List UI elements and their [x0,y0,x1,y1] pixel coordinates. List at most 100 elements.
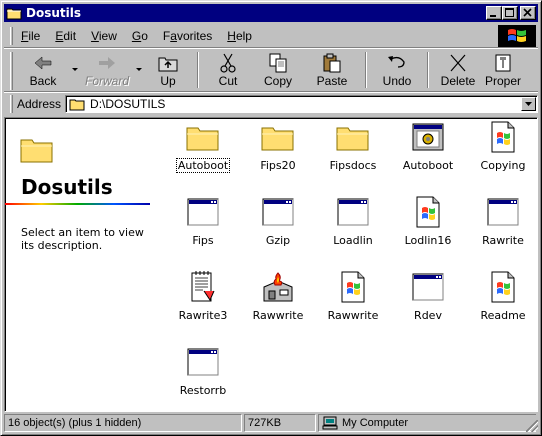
text-document-icon [186,270,220,304]
file-item[interactable]: Autoboot [166,120,240,186]
toolbar-separator [365,52,367,88]
file-item-label: Rawrite [482,234,524,247]
forward-arrow-icon [99,57,115,69]
file-item-label: Gzip [265,234,291,247]
file-item[interactable]: Readme [466,270,537,336]
properties-button[interactable]: Proper [481,50,525,90]
file-item-label: Rawwrite [252,309,304,322]
application-window-icon [186,345,220,379]
title-bar[interactable]: Dosutils [4,4,538,22]
windows-document-icon [486,270,520,304]
file-item[interactable]: Copying [466,120,537,186]
windows-document-icon [411,195,445,229]
file-item-label: Fips20 [260,159,296,172]
file-item[interactable]: Rawrite [466,195,537,261]
file-item-label: Readme [480,309,526,322]
file-item-label: Rawwrite [327,309,379,322]
folder-description: Select an item to view its description. [21,226,144,252]
address-dropdown-button[interactable] [521,97,536,111]
status-size: 727KB [244,414,316,432]
toolbar-separator [197,52,199,88]
back-button[interactable]: Back [17,50,69,90]
forward-button[interactable]: Forward [81,50,133,90]
menu-file[interactable]: File [21,29,40,43]
folder-icon [69,99,85,110]
menu-bar: File Edit View Go Favorites Help [4,24,538,48]
close-button[interactable] [520,6,536,20]
maximize-button[interactable] [502,6,518,20]
menu-view[interactable]: View [91,29,117,43]
msdos-program-icon [411,120,445,154]
status-object-count: 16 object(s) (plus 1 hidden) [4,414,242,432]
windows-document-icon [486,120,520,154]
file-item[interactable]: Lodlin16 [391,195,465,261]
up-folder-icon [158,57,178,72]
file-item[interactable]: Autoboot [391,120,465,186]
chevron-down-icon [525,102,532,106]
file-item[interactable]: Rdev [391,270,465,336]
address-input[interactable]: D:\DOSUTILS [65,95,538,113]
file-item[interactable]: Rawwrite [241,270,315,336]
minimize-icon [490,15,496,17]
application-window-icon [261,195,295,229]
file-item-label: Autoboot [175,158,231,173]
cut-button[interactable]: Cut [205,50,251,90]
computer-icon [322,416,338,430]
folder-icon [6,8,22,20]
menubar-grip[interactable] [10,26,13,45]
folder-icon [261,120,295,154]
file-item[interactable]: Gzip [241,195,315,261]
properties-icon [495,54,511,72]
menu-edit[interactable]: Edit [55,29,76,43]
file-item[interactable]: Fipsdocs [316,120,390,186]
status-location: My Computer [342,417,409,429]
undo-button[interactable]: Undo [373,50,421,90]
folder-view[interactable]: Dosutils Select an item to view its desc… [4,117,538,412]
toolbar-separator [427,52,429,88]
up-button[interactable]: Up [145,50,191,90]
menu-go[interactable]: Go [132,29,148,43]
file-item[interactable]: Loadlin [316,195,390,261]
delete-button[interactable]: Delete [435,50,481,90]
window-title: Dosutils [26,6,81,20]
resize-grip[interactable] [526,420,538,432]
dropdown-arrow-icon [72,68,78,71]
large-folder-icon [20,139,53,163]
back-dropdown[interactable] [69,50,81,90]
application-window-icon [411,270,445,304]
undo-icon [388,56,405,68]
standard-toolbar: Back Forward Up Cut Copy Paste Undo Dele… [4,50,538,92]
menu-help[interactable]: Help [227,29,252,43]
close-icon [523,8,532,17]
copy-button[interactable]: Copy [251,50,305,90]
application-window-icon [336,195,370,229]
menu-favorites[interactable]: Favorites [163,29,212,43]
minimize-button[interactable] [486,6,502,20]
folder-title: Dosutils [21,175,113,199]
file-item[interactable]: Fips [166,195,240,261]
file-item[interactable]: Rawwrite [316,270,390,336]
file-item-label: Restorrb [179,384,227,397]
toolbar-grip[interactable] [10,52,13,90]
addressbar-grip[interactable] [10,95,13,113]
status-zone: My Computer [318,414,536,432]
address-label: Address [17,97,62,111]
status-bar: 16 object(s) (plus 1 hidden) 727KB My Co… [4,414,538,432]
address-value: D:\DOSUTILS [90,97,166,111]
maximize-icon [505,8,514,17]
file-item-label: Rawrite3 [178,309,228,322]
forward-dropdown[interactable] [133,50,145,90]
webview-info-pane: Dosutils Select an item to view its desc… [5,118,165,411]
file-item[interactable]: Rawrite3 [166,270,240,336]
paste-button[interactable]: Paste [305,50,359,90]
application-window-icon [186,195,220,229]
file-item[interactable]: Fips20 [241,120,315,186]
windows-document-icon [336,270,370,304]
folder-icon [336,120,370,154]
file-item[interactable]: Restorrb [166,345,240,411]
clipboard-paste-icon [323,53,341,73]
windows-logo-icon [498,25,536,47]
folder-icon [186,120,220,154]
explorer-window: Dosutils File Edit View Go Favorites Hel… [0,0,542,436]
dropdown-arrow-icon [136,68,142,71]
